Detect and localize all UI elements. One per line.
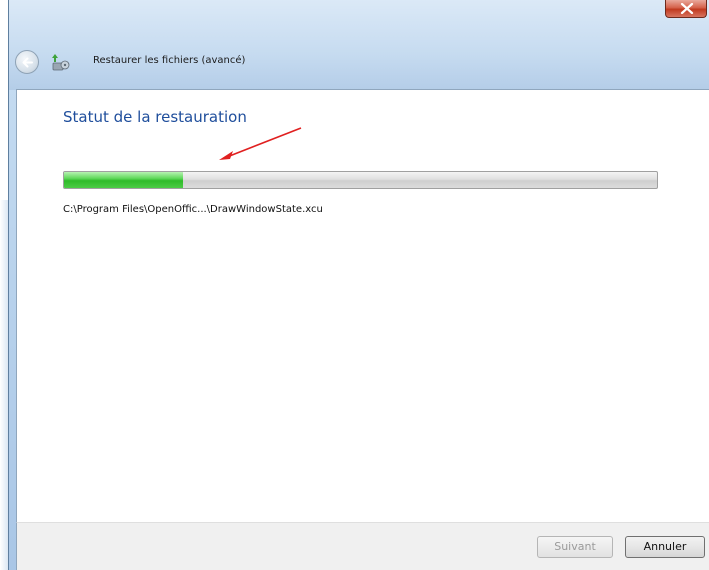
cancel-button[interactable]: Annuler xyxy=(625,536,705,558)
close-button[interactable] xyxy=(665,0,707,18)
content-panel: Statut de la restauration C:\Program Fil… xyxy=(16,89,709,522)
next-button[interactable]: Suivant xyxy=(537,536,613,558)
close-icon xyxy=(680,3,694,14)
current-file-path: C:\Program Files\OpenOffic...\DrawWindow… xyxy=(63,204,323,215)
restore-progress-bar xyxy=(63,171,658,189)
window-title: Restaurer les fichiers (avancé) xyxy=(93,55,246,66)
back-button[interactable] xyxy=(15,50,39,74)
button-bar: Suivant Annuler xyxy=(16,522,709,570)
annotation-arrow xyxy=(219,127,302,160)
back-arrow-icon xyxy=(22,57,33,68)
restore-files-icon xyxy=(52,54,70,71)
title-row: Restaurer les fichiers (avancé) xyxy=(9,44,709,80)
progress-fill xyxy=(64,172,183,188)
page-title: Statut de la restauration xyxy=(63,108,247,126)
left-frame-edge xyxy=(0,200,8,570)
restore-window: Restaurer les fichiers (avancé) Statut d… xyxy=(8,0,709,570)
